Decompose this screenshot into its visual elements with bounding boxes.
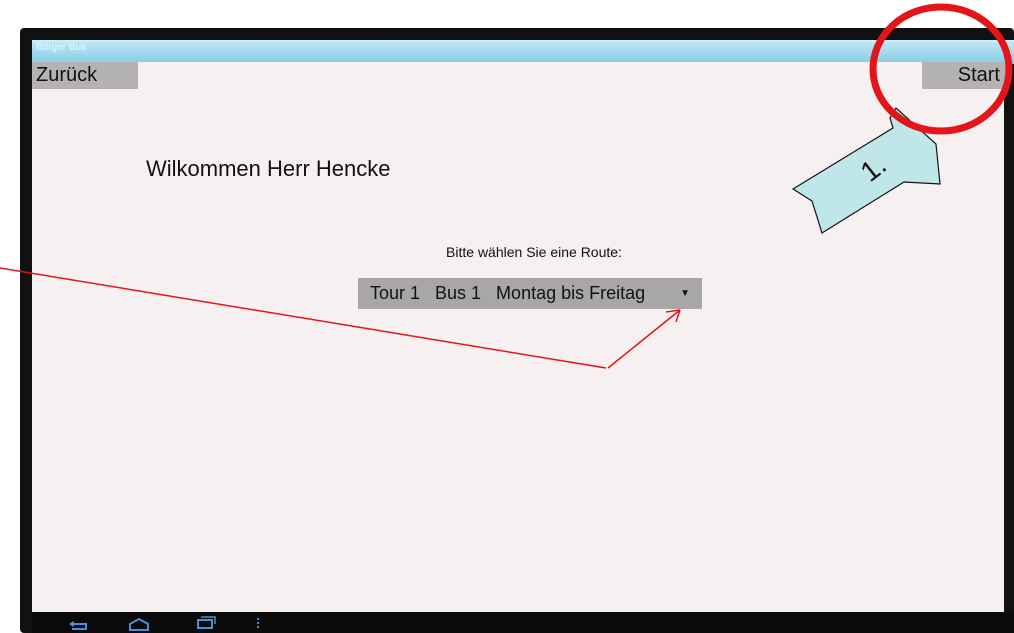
app-screen: Zurück Start Wilkommen Herr Hencke Bitte… — [32, 62, 1006, 612]
menu-icon[interactable] — [252, 612, 264, 633]
back-icon[interactable] — [64, 612, 94, 633]
route-selected-value: Tour 1 Bus 1 Montag bis Freitag — [370, 283, 646, 303]
back-button[interactable]: Zurück — [32, 62, 138, 89]
welcome-heading: Wilkommen Herr Hencke — [146, 156, 391, 181]
system-nav-bar — [32, 612, 1014, 633]
app-title-bar: Bürger Bus — [32, 40, 1014, 64]
start-button[interactable]: Start — [922, 62, 1006, 89]
route-prompt-label: Bitte wählen Sie eine Route: — [446, 244, 622, 260]
route-select[interactable]: Tour 1 Bus 1 Montag bis Freitag ▼ — [358, 278, 702, 309]
app-title: Bürger Bus — [36, 42, 87, 53]
recent-apps-icon[interactable] — [190, 612, 220, 633]
chevron-down-icon: ▼ — [680, 288, 690, 299]
home-icon[interactable] — [124, 612, 154, 633]
